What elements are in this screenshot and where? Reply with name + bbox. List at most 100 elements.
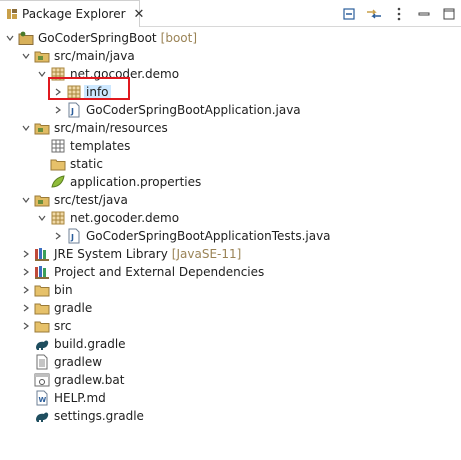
tree-item-label: JRE System Library: [54, 247, 168, 261]
toggle-spacer: [36, 173, 48, 191]
gradle-file-icon: [34, 336, 50, 352]
folder-icon: [34, 282, 50, 298]
chevron-right-icon[interactable]: [52, 83, 64, 101]
package-icon: [66, 84, 82, 100]
tree-item-label: Project and External Dependencies: [54, 265, 265, 279]
chevron-down-icon[interactable]: [36, 65, 48, 83]
toggle-spacer: [20, 335, 32, 353]
tree-item[interactable]: gradlew: [20, 353, 102, 371]
tree-item[interactable]: info: [52, 83, 111, 101]
bat-file-icon: [34, 372, 50, 388]
tree-item[interactable]: bin: [20, 281, 73, 299]
java-file-icon: J: [66, 102, 82, 118]
tab-title: Package Explorer: [22, 7, 126, 21]
tree-item-label: GoCoderSpringBoot: [38, 31, 157, 45]
source-folder-icon: [34, 48, 50, 64]
chevron-right-icon[interactable]: [20, 263, 32, 281]
tree-item-label: static: [70, 157, 103, 171]
link-with-editor-icon[interactable]: [364, 4, 384, 24]
tree-item[interactable]: J GoCoderSpringBootApplication.java: [52, 101, 301, 119]
view-tab-bar: Package Explorer ✕: [0, 0, 461, 27]
chevron-down-icon[interactable]: [4, 29, 16, 47]
package-icon: [50, 210, 66, 226]
tree-item[interactable]: templates: [36, 137, 130, 155]
tree-item-label: gradlew: [54, 355, 103, 369]
tree-item[interactable]: static: [36, 155, 103, 173]
chevron-down-icon[interactable]: [20, 47, 32, 65]
tree-item-label: settings.gradle: [54, 409, 144, 423]
toggle-spacer: [20, 389, 32, 407]
svg-text:J: J: [70, 107, 74, 116]
properties-file-icon: [50, 174, 66, 190]
tree-item-label: GoCoderSpringBootApplicationTests.java: [86, 229, 331, 243]
chevron-right-icon[interactable]: [52, 101, 64, 119]
tree-item[interactable]: W HELP.md: [20, 389, 106, 407]
source-folder-icon: [34, 120, 50, 136]
project-icon: [18, 30, 34, 46]
gradle-file-icon: [34, 408, 50, 424]
chevron-down-icon[interactable]: [20, 119, 32, 137]
tree-item-label: HELP.md: [54, 391, 106, 405]
tree-item[interactable]: build.gradle: [20, 335, 126, 353]
collapse-all-icon[interactable]: [339, 4, 359, 24]
tree-item-decoration: [JavaSE-11]: [171, 247, 242, 261]
tree-item[interactable]: src: [20, 317, 72, 335]
close-icon[interactable]: ✕: [134, 7, 145, 22]
source-folder-icon: [34, 192, 50, 208]
tree-item-label: net.gocoder.demo: [70, 211, 180, 225]
chevron-down-icon[interactable]: [36, 209, 48, 227]
text-file-icon: [34, 354, 50, 370]
minimize-icon[interactable]: [414, 4, 434, 24]
svg-text:W: W: [39, 396, 47, 404]
tree-item[interactable]: J GoCoderSpringBootApplicationTests.java: [52, 227, 331, 245]
toggle-spacer: [36, 155, 48, 173]
toggle-spacer: [20, 353, 32, 371]
package-explorer-icon: [6, 8, 18, 20]
maximize-icon[interactable]: [439, 4, 459, 24]
tree-item-label: build.gradle: [54, 337, 126, 351]
tree-item[interactable]: gradle: [20, 299, 92, 317]
chevron-down-icon[interactable]: [20, 191, 32, 209]
tab-package-explorer[interactable]: Package Explorer ✕: [0, 0, 144, 27]
library-icon: [34, 246, 50, 262]
chevron-right-icon[interactable]: [20, 317, 32, 335]
tree-item[interactable]: src/main/java: [20, 47, 135, 65]
toggle-spacer: [36, 137, 48, 155]
markdown-file-icon: W: [34, 390, 50, 406]
tree-item-label: application.properties: [70, 175, 202, 189]
tree-item-label: src/main/resources: [54, 121, 168, 135]
java-file-icon: J: [66, 228, 82, 244]
view-toolbar: [334, 4, 459, 24]
tree-item-label: gradle: [54, 301, 93, 315]
tree-item-label: info: [84, 85, 111, 99]
tree-item[interactable]: Project and External Dependencies: [20, 263, 264, 281]
tree-item[interactable]: net.gocoder.demo: [36, 65, 179, 83]
tree-item-label: net.gocoder.demo: [70, 67, 180, 81]
tree-item-label: gradlew.bat: [54, 373, 125, 387]
tree-item[interactable]: net.gocoder.demo: [36, 209, 179, 227]
tree-item[interactable]: src/test/java: [20, 191, 128, 209]
folder-icon: [34, 300, 50, 316]
tree-item[interactable]: GoCoderSpringBoot [boot]: [4, 29, 197, 47]
chevron-right-icon[interactable]: [20, 299, 32, 317]
tree-item[interactable]: application.properties: [36, 173, 201, 191]
tree-item[interactable]: JRE System Library [JavaSE-11]: [20, 245, 241, 263]
chevron-right-icon[interactable]: [20, 245, 32, 263]
chevron-right-icon[interactable]: [20, 281, 32, 299]
folder-icon: [50, 156, 66, 172]
chevron-right-icon[interactable]: [52, 227, 64, 245]
tree-item-label: templates: [70, 139, 131, 153]
tree-item[interactable]: gradlew.bat: [20, 371, 124, 389]
toggle-spacer: [20, 371, 32, 389]
package-icon: [50, 66, 66, 82]
folder-icon: [34, 318, 50, 334]
tree-item-decoration: [boot]: [160, 31, 198, 45]
tree-item-label: src/main/java: [54, 49, 135, 63]
toggle-spacer: [20, 407, 32, 425]
tree-item[interactable]: src/main/resources: [20, 119, 168, 137]
empty-package-icon: [50, 138, 66, 154]
view-menu-icon[interactable]: [389, 4, 409, 24]
tree-item[interactable]: settings.gradle: [20, 407, 144, 425]
tree-item-label: GoCoderSpringBootApplication.java: [86, 103, 301, 117]
library-icon: [34, 264, 50, 280]
